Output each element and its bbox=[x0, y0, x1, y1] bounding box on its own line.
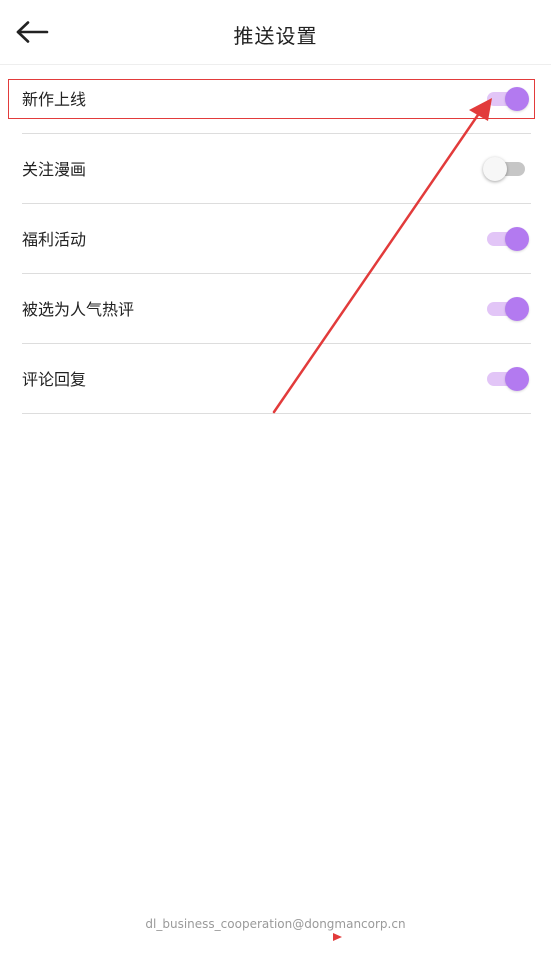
toggle-knob bbox=[505, 366, 529, 391]
settings-list: 新作上线 关注漫画 福利活动 被选为人气热评 评论回复 bbox=[22, 64, 531, 414]
setting-row-followed-comics: 关注漫画 bbox=[22, 134, 531, 204]
setting-label: 福利活动 bbox=[22, 229, 87, 249]
popular-comment-toggle[interactable] bbox=[483, 296, 529, 321]
setting-row-new-release: 新作上线 bbox=[22, 64, 531, 134]
new-release-toggle[interactable] bbox=[483, 86, 529, 111]
toggle-knob bbox=[505, 226, 529, 251]
setting-row-popular-comment: 被选为人气热评 bbox=[22, 274, 531, 344]
page-title: 推送设置 bbox=[233, 24, 318, 48]
setting-label: 被选为人气热评 bbox=[22, 299, 135, 319]
followed-comics-toggle[interactable] bbox=[483, 156, 529, 181]
setting-row-comment-reply: 评论回复 bbox=[22, 344, 531, 414]
comment-reply-toggle[interactable] bbox=[483, 366, 529, 391]
setting-row-promotions: 福利活动 bbox=[22, 204, 531, 274]
footer-email: dl_business_cooperation@dongmancorp.cn bbox=[145, 917, 406, 931]
toggle-knob bbox=[505, 296, 529, 321]
promotions-toggle[interactable] bbox=[483, 226, 529, 251]
toggle-knob bbox=[505, 86, 529, 111]
setting-label: 评论回复 bbox=[22, 369, 87, 389]
app-header: 推送设置 bbox=[0, 0, 551, 65]
annotation-marker bbox=[333, 933, 342, 941]
setting-label: 关注漫画 bbox=[22, 159, 87, 179]
setting-label: 新作上线 bbox=[22, 89, 87, 109]
toggle-knob bbox=[483, 156, 507, 181]
